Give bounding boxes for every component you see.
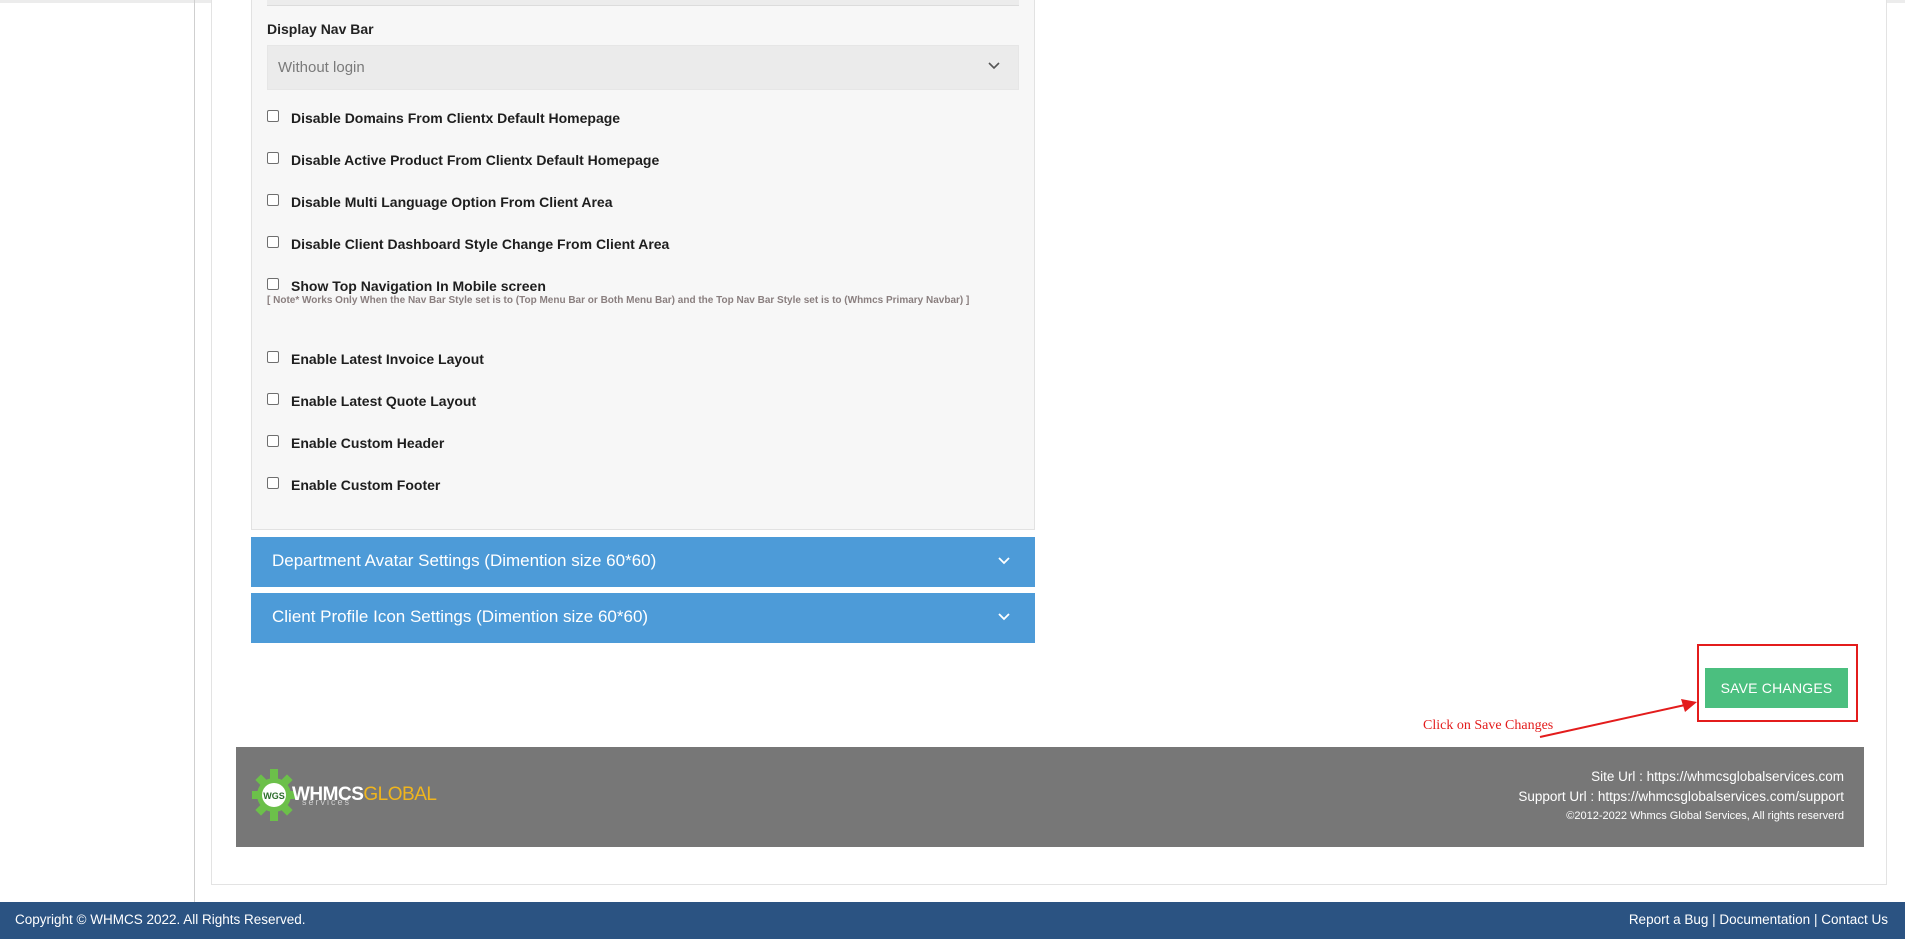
bottom-bar: Copyright © WHMCS 2022. All Rights Reser… xyxy=(0,902,1905,939)
checkbox-latest-quote-layout[interactable] xyxy=(267,393,279,405)
checkbox-row-disable-multi-language: Disable Multi Language Option From Clien… xyxy=(267,191,613,213)
checkbox-disable-multi-language[interactable] xyxy=(267,194,279,206)
gear-logo-icon: WGS xyxy=(252,769,296,821)
chevron-down-icon xyxy=(998,613,1010,621)
checkbox-row-latest-quote-layout: Enable Latest Quote Layout xyxy=(267,390,476,412)
footer-info: Site Url : https://whmcsglobalservices.c… xyxy=(1518,767,1844,825)
checkbox-row-custom-footer: Enable Custom Footer xyxy=(267,474,440,496)
accordion-title: Client Profile Icon Settings (Dimention … xyxy=(272,607,649,626)
documentation-link[interactable]: Documentation xyxy=(1719,912,1810,927)
checkbox-row-latest-invoice-layout: Enable Latest Invoice Layout xyxy=(267,348,484,370)
save-changes-button[interactable]: SAVE CHANGES xyxy=(1705,668,1848,708)
client-profile-icon-accordion[interactable]: Client Profile Icon Settings (Dimention … xyxy=(251,593,1035,643)
chevron-down-icon xyxy=(988,62,1000,70)
site-url[interactable]: Site Url : https://whmcsglobalservices.c… xyxy=(1518,767,1844,787)
checkbox-label: Enable Custom Footer xyxy=(291,477,441,493)
sidebar-divider xyxy=(194,0,195,902)
checkbox-label: Disable Domains From Clientx Default Hom… xyxy=(291,110,621,126)
previous-field-edge xyxy=(267,0,1019,6)
annotation-arrow-icon xyxy=(1539,699,1697,738)
checkbox-latest-invoice-layout[interactable] xyxy=(267,351,279,363)
whmcs-copyright: Copyright © WHMCS 2022. All Rights Reser… xyxy=(15,912,306,927)
display-nav-bar-value: Without login xyxy=(278,59,365,76)
checkbox-show-top-navigation-mobile[interactable] xyxy=(267,278,279,290)
checkbox-row-custom-header: Enable Custom Header xyxy=(267,432,444,454)
contact-us-link[interactable]: Contact Us xyxy=(1821,912,1888,927)
checkbox-label: Enable Latest Invoice Layout xyxy=(291,351,484,367)
annotation-text: Click on Save Changes xyxy=(1423,718,1554,733)
department-avatar-accordion[interactable]: Department Avatar Settings (Dimention si… xyxy=(251,537,1035,587)
mobile-navigation-note: [ Note* Works Only When the Nav Bar Styl… xyxy=(267,295,970,306)
checkbox-label: Disable Multi Language Option From Clien… xyxy=(291,194,613,210)
checkbox-disable-active-product[interactable] xyxy=(267,152,279,164)
checkbox-label: Enable Latest Quote Layout xyxy=(291,393,477,409)
checkbox-label: Disable Active Product From Clientx Defa… xyxy=(291,152,660,168)
checkbox-label: Enable Custom Header xyxy=(291,435,445,451)
report-bug-link[interactable]: Report a Bug xyxy=(1629,912,1709,927)
brand-footer: WGS WHMCSGLOBAL services Site Url : http… xyxy=(236,747,1864,847)
checkbox-row-disable-active-product: Disable Active Product From Clientx Defa… xyxy=(267,149,659,171)
display-nav-bar-label: Display Nav Bar xyxy=(267,21,374,37)
checkbox-custom-header[interactable] xyxy=(267,435,279,447)
checkbox-label: Disable Client Dashboard Style Change Fr… xyxy=(291,236,670,252)
display-nav-bar-select[interactable]: Without login xyxy=(267,45,1019,90)
link-separator: | xyxy=(1810,912,1822,927)
support-url[interactable]: Support Url : https://whmcsglobalservice… xyxy=(1518,787,1844,807)
logo-sub-text: services xyxy=(302,797,352,807)
brand-copyright: ©2012-2022 Whmcs Global Services, All ri… xyxy=(1566,810,1844,822)
checkbox-disable-domains[interactable] xyxy=(267,110,279,122)
brand-logo: WGS WHMCSGLOBAL services xyxy=(250,767,437,823)
checkbox-disable-dashboard-style[interactable] xyxy=(267,236,279,248)
checkbox-row-disable-dashboard-style: Disable Client Dashboard Style Change Fr… xyxy=(267,233,669,255)
logo-badge-text: WGS xyxy=(263,791,285,801)
checkbox-custom-footer[interactable] xyxy=(267,477,279,489)
logo-accent-text: GLOBAL xyxy=(363,784,437,805)
checkbox-label: Show Top Navigation In Mobile screen xyxy=(291,278,546,294)
footer-links: Report a Bug | Documentation | Contact U… xyxy=(1629,912,1888,927)
checkbox-row-disable-domains: Disable Domains From Clientx Default Hom… xyxy=(267,107,620,129)
accordion-title: Department Avatar Settings (Dimention si… xyxy=(272,551,657,570)
chevron-down-icon xyxy=(998,557,1010,565)
link-separator: | xyxy=(1708,912,1720,927)
